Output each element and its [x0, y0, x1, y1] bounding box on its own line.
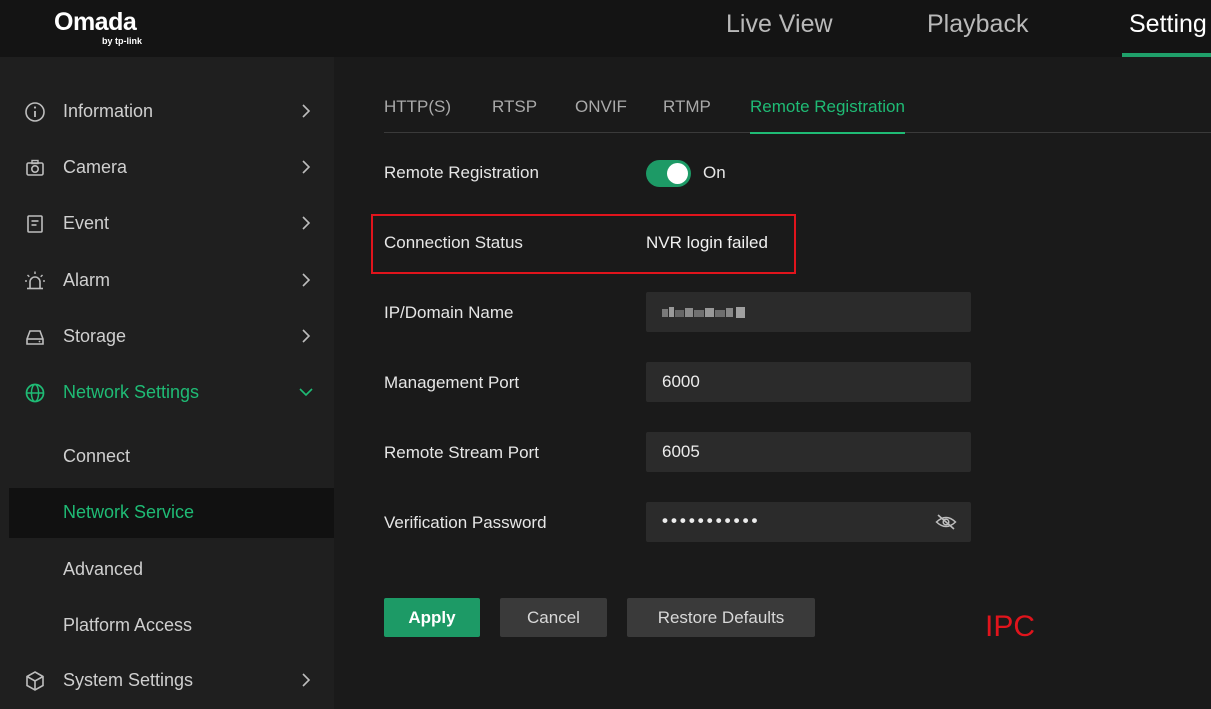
tab-https[interactable]: HTTP(S) [384, 97, 451, 133]
eye-off-icon[interactable] [935, 514, 957, 530]
chevron-down-icon [299, 388, 313, 397]
management-port-input[interactable] [646, 362, 971, 402]
sidebar-item-network-settings[interactable]: Network Settings [0, 368, 334, 418]
sidebar-item-label: System Settings [63, 670, 194, 690]
sidebar-subitem-label: Advanced [63, 559, 144, 579]
ip-domain-label: IP/Domain Name [384, 303, 514, 322]
restore-defaults-button[interactable]: Restore Defaults [627, 598, 815, 637]
sidebar-item-event[interactable]: Event [0, 199, 334, 249]
sidebar-item-camera[interactable]: Camera [0, 143, 334, 193]
chevron-right-icon [302, 216, 311, 230]
top-bar: Omada by tp-link Live View Playback Sett… [0, 0, 1211, 57]
nav-tab-setting[interactable]: Setting [1129, 10, 1207, 39]
verification-password-field[interactable]: ••••••••••• [646, 502, 971, 542]
sidebar: Information Camera Event Alarm Storage N… [0, 57, 334, 709]
sidebar-item-label: Network Settings [63, 382, 200, 402]
remote-stream-port-field[interactable] [646, 432, 971, 472]
chevron-right-icon [302, 673, 311, 687]
nav-tab-playback[interactable]: Playback [927, 10, 1028, 39]
remote-registration-label: Remote Registration [384, 163, 539, 182]
chevron-right-icon [302, 160, 311, 174]
sidebar-item-label: Event [63, 213, 110, 233]
verification-password-label: Verification Password [384, 513, 547, 532]
sidebar-item-label: Camera [63, 157, 128, 177]
connection-status-value: NVR login failed [646, 233, 768, 252]
tab-rtmp[interactable]: RTMP [663, 97, 711, 133]
remote-stream-port-label: Remote Stream Port [384, 443, 539, 462]
ip-domain-field[interactable] [646, 292, 971, 332]
password-mask: ••••••••••• [662, 511, 761, 530]
management-port-field[interactable] [646, 362, 971, 402]
sidebar-subitem-label: Network Service [63, 502, 195, 522]
remote-registration-toggle[interactable] [646, 160, 691, 187]
sidebar-subitem-connect[interactable]: Connect [9, 432, 334, 482]
toggle-knob [667, 163, 688, 184]
chevron-right-icon [302, 104, 311, 118]
sidebar-item-information[interactable]: Information [0, 87, 334, 137]
tab-onvif[interactable]: ONVIF [575, 97, 627, 133]
logo-sub-text: by tp-link [102, 36, 142, 46]
nav-tab-live-view[interactable]: Live View [726, 10, 833, 39]
sidebar-subitem-label: Connect [63, 446, 131, 466]
sidebar-subitem-network-service[interactable]: Network Service [9, 488, 334, 538]
cube-icon [26, 671, 44, 691]
globe-icon [25, 383, 45, 403]
service-tabs: HTTP(S) RTSP ONVIF RTMP Remote Registrat… [384, 97, 1211, 134]
storage-icon [26, 330, 44, 345]
sidebar-subitem-label: Platform Access [63, 615, 193, 635]
sidebar-item-label: Storage [63, 326, 127, 346]
pixelated-value [662, 307, 745, 318]
info-icon [25, 102, 45, 122]
sidebar-item-storage[interactable]: Storage [0, 312, 334, 362]
chevron-right-icon [302, 329, 311, 343]
sidebar-item-label: Alarm [63, 270, 111, 290]
apply-button[interactable]: Apply [384, 598, 480, 637]
tab-rtsp[interactable]: RTSP [492, 97, 537, 133]
cancel-button[interactable]: Cancel [500, 598, 607, 637]
main-content: HTTP(S) RTSP ONVIF RTMP Remote Registrat… [334, 57, 1211, 709]
alarm-icon [25, 271, 45, 290]
management-port-label: Management Port [384, 373, 520, 392]
camera-icon [26, 159, 44, 176]
chevron-right-icon [302, 273, 311, 287]
connection-status-label: Connection Status [384, 233, 523, 252]
remote-stream-port-input[interactable] [646, 432, 971, 472]
ipc-annotation: IPC [985, 610, 1036, 643]
toggle-state-text: On [703, 163, 726, 182]
sidebar-subitem-advanced[interactable]: Advanced [9, 545, 334, 595]
sidebar-subitem-platform-access[interactable]: Platform Access [9, 601, 334, 651]
sidebar-item-system-settings[interactable]: System Settings [0, 656, 334, 706]
tab-remote-registration[interactable]: Remote Registration [750, 97, 905, 134]
sidebar-item-alarm[interactable]: Alarm [0, 256, 334, 306]
logo-main-text: Omada [54, 8, 137, 36]
sidebar-item-label: Information [63, 101, 154, 121]
omada-logo: Omada by tp-link [54, 8, 164, 48]
event-icon [27, 215, 43, 233]
